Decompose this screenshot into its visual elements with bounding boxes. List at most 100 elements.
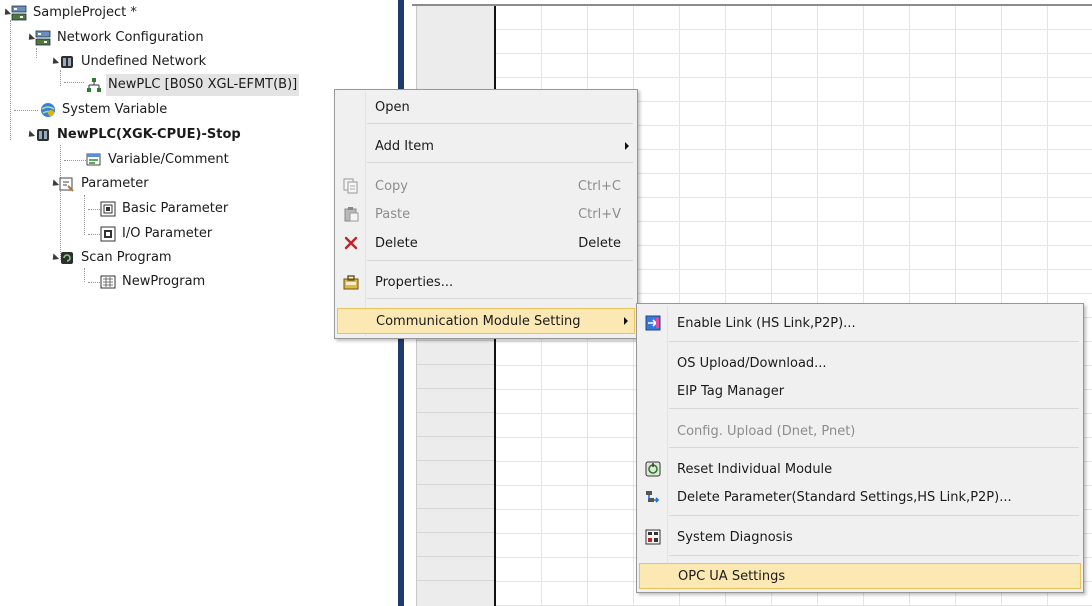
tree-node-label: NewPLC(XGK-CPUE)-Stop [57, 127, 241, 142]
delete-icon [341, 233, 361, 253]
tree-node-system-variable[interactable]: System Variable [40, 99, 169, 121]
tree-node-basic-parameter[interactable]: Basic Parameter [100, 198, 230, 220]
rung-divider [417, 580, 495, 581]
collapse-arrow-icon[interactable] [49, 253, 60, 263]
scan-program-icon [59, 250, 75, 266]
menu-item-label: EIP Tag Manager [677, 383, 785, 399]
tree-connector [84, 268, 85, 282]
menu-item-system-diagnosis[interactable]: System Diagnosis [639, 525, 1081, 549]
tree-node-undefined-network[interactable]: Undefined Network [49, 51, 208, 73]
menu-item-opc-ua-settings[interactable]: OPC UA Settings [639, 563, 1081, 589]
menu-item-reset-individual-module[interactable]: Reset Individual Module [639, 457, 1081, 481]
menu-item-label: Copy [375, 178, 408, 194]
tree-node-scan-program[interactable]: Scan Program [49, 247, 174, 269]
tree-connector [88, 234, 100, 235]
collapse-arrow-icon[interactable] [49, 57, 60, 67]
tree-node-label: SampleProject * [33, 5, 137, 20]
cpu-icon [35, 127, 51, 143]
rung-divider [417, 436, 495, 437]
menu-item-label: OS Upload/Download... [677, 355, 827, 371]
tree-node-parameter[interactable]: Parameter [49, 173, 151, 195]
tree-node-label: Parameter [81, 176, 149, 191]
menu-item-label: Properties... [375, 274, 454, 290]
menu-item-paste[interactable]: Paste Ctrl+V [337, 202, 635, 226]
tree-node-io-parameter[interactable]: I/O Parameter [100, 223, 214, 245]
menu-item-label: Paste [375, 206, 411, 222]
parameter-icon [59, 176, 75, 192]
menu-item-add-item[interactable]: Add Item [337, 134, 635, 158]
tree-node-label: System Variable [62, 102, 168, 117]
tree-node-new-program[interactable]: NewProgram [100, 271, 207, 293]
tree-connector [88, 209, 100, 210]
rung-divider [417, 556, 495, 557]
network-icon [59, 54, 75, 70]
tree-connector [60, 145, 61, 260]
tree-node-label: Scan Program [81, 250, 172, 265]
menu-separator [669, 515, 1079, 516]
enable-link-icon [643, 313, 663, 333]
tree-connector [36, 48, 37, 58]
menu-separator [367, 260, 633, 261]
menu-item-copy[interactable]: Copy Ctrl+C [337, 174, 635, 198]
menu-item-label: Add Item [375, 138, 434, 154]
menu-item-communication-module-setting[interactable]: Communication Module Setting [337, 308, 635, 334]
menu-item-label: Enable Link (HS Link,P2P)... [677, 315, 856, 331]
tree-connector [84, 195, 85, 235]
tree-node-newplc-cpu[interactable]: NewPLC(XGK-CPUE)-Stop [25, 124, 243, 146]
menu-item-shortcut: Ctrl+V [578, 206, 621, 222]
menu-separator [669, 341, 1079, 342]
menu-item-delete-parameter[interactable]: Delete Parameter(Standard Settings,HS Li… [639, 485, 1081, 509]
rung-divider [417, 364, 495, 365]
menu-item-properties[interactable]: Properties... [337, 270, 635, 294]
menu-item-label: Communication Module Setting [376, 313, 581, 329]
collapse-arrow-icon[interactable] [25, 33, 36, 43]
tree-connector [64, 160, 86, 161]
variable-icon [86, 152, 102, 168]
tree-node-label: Basic Parameter [122, 201, 229, 216]
tree-node-variable-comment[interactable]: Variable/Comment [86, 149, 231, 171]
menu-separator [367, 123, 633, 124]
rung-divider [417, 460, 495, 461]
menu-item-open[interactable]: Open [337, 95, 635, 119]
submenu-arrow-icon [624, 317, 628, 325]
tree-node-sample-project[interactable]: SampleProject * [1, 2, 139, 24]
context-menu: Open Add Item Copy Ctrl+C Paste Ctrl+V D… [334, 89, 638, 339]
plc-module-icon [86, 77, 102, 93]
tree-node-network-configuration[interactable]: Network Configuration [25, 27, 206, 49]
tree-connector [64, 82, 84, 83]
properties-icon [341, 272, 361, 292]
submenu-arrow-icon [625, 142, 629, 150]
menu-item-label: Delete [375, 235, 418, 251]
menu-item-os-upload-download[interactable]: OS Upload/Download... [639, 351, 1081, 375]
menu-item-label: Open [375, 99, 410, 115]
tree-node-label: I/O Parameter [122, 226, 213, 241]
globe-variable-icon [40, 102, 56, 118]
menu-separator [669, 408, 1079, 409]
tree-node-label: NewProgram [122, 274, 206, 289]
rung-divider [417, 412, 495, 413]
collapse-arrow-icon[interactable] [1, 8, 12, 18]
tree-node-newplc-efmt[interactable]: NewPLC [B0S0 XGL-EFMT(B)] [86, 74, 300, 96]
menu-item-delete[interactable]: Delete Delete [337, 231, 635, 255]
menu-item-enable-link[interactable]: Enable Link (HS Link,P2P)... [639, 311, 1081, 335]
tree-node-label: Network Configuration [57, 30, 204, 45]
program-icon [100, 274, 116, 290]
menu-item-eip-tag-manager[interactable]: EIP Tag Manager [639, 379, 1081, 403]
tree-node-label: NewPLC [B0S0 XGL-EFMT(B)] [106, 74, 300, 96]
delete-parameter-icon [643, 487, 663, 507]
collapse-arrow-icon[interactable] [25, 130, 36, 140]
network-config-icon [35, 30, 51, 46]
paste-icon [341, 204, 361, 224]
menu-separator [367, 298, 633, 299]
reset-module-icon [643, 459, 663, 479]
menu-item-config-upload[interactable]: Config. Upload (Dnet, Pnet) [639, 419, 1081, 443]
tree-node-label: Variable/Comment [108, 152, 229, 167]
menu-item-label: Reset Individual Module [677, 461, 833, 477]
tree-connector [88, 282, 100, 283]
rung-divider [417, 532, 495, 533]
menu-separator [669, 555, 1079, 556]
collapse-arrow-icon[interactable] [49, 179, 60, 189]
menu-separator [669, 447, 1079, 448]
rung-divider [417, 508, 495, 509]
menu-item-shortcut: Ctrl+C [577, 178, 621, 194]
